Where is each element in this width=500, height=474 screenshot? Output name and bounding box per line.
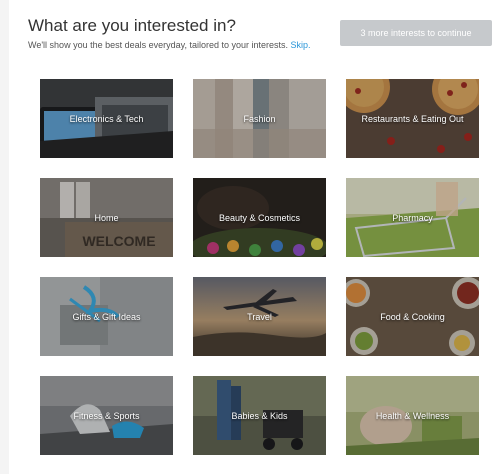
page-subtitle: We'll show you the best deals everyday, …: [28, 40, 311, 50]
interest-tile-pharmacy[interactable]: Pharmacy: [346, 178, 479, 257]
interest-tile-food[interactable]: Food & Cooking: [346, 277, 479, 356]
svg-text:WELCOME: WELCOME: [82, 233, 155, 249]
interest-tile-babies[interactable]: Babies & Kids: [193, 376, 326, 455]
tile-label: Babies & Kids: [231, 410, 288, 421]
skip-link[interactable]: Skip.: [291, 40, 311, 50]
interests-grid: Electronics & Tech Fashion Restaurants &…: [40, 79, 479, 455]
tile-label: Food & Cooking: [380, 311, 445, 322]
tile-label: Electronics & Tech: [69, 113, 144, 124]
page-title: What are you interested in?: [28, 16, 236, 35]
tile-label: Health & Wellness: [375, 410, 450, 421]
tile-label: Home: [94, 212, 119, 223]
interest-tile-health[interactable]: Health & Wellness: [346, 376, 479, 455]
interest-tile-home[interactable]: WELCOME Home: [40, 178, 173, 257]
interest-tile-fitness[interactable]: Fitness & Sports: [40, 376, 173, 455]
continue-button[interactable]: 3 more interests to continue: [340, 20, 492, 46]
tile-label: Beauty & Cosmetics: [218, 212, 301, 223]
interest-tile-travel[interactable]: Travel: [193, 277, 326, 356]
subtitle-text: We'll show you the best deals everyday, …: [28, 40, 289, 50]
tile-label: Fashion: [243, 113, 276, 124]
interest-tile-gifts[interactable]: Gifts & Gift Ideas: [40, 277, 173, 356]
interest-tile-restaurants[interactable]: Restaurants & Eating Out: [346, 79, 479, 158]
tile-label: Fitness & Sports: [73, 410, 140, 421]
interest-tile-fashion[interactable]: Fashion: [193, 79, 326, 158]
tile-label: Gifts & Gift Ideas: [72, 311, 141, 322]
interest-tile-beauty[interactable]: Beauty & Cosmetics: [193, 178, 326, 257]
tile-label: Travel: [247, 311, 272, 322]
tile-label: Pharmacy: [392, 212, 433, 223]
interest-tile-electronics[interactable]: Electronics & Tech: [40, 79, 173, 158]
tile-label: Restaurants & Eating Out: [361, 113, 464, 124]
